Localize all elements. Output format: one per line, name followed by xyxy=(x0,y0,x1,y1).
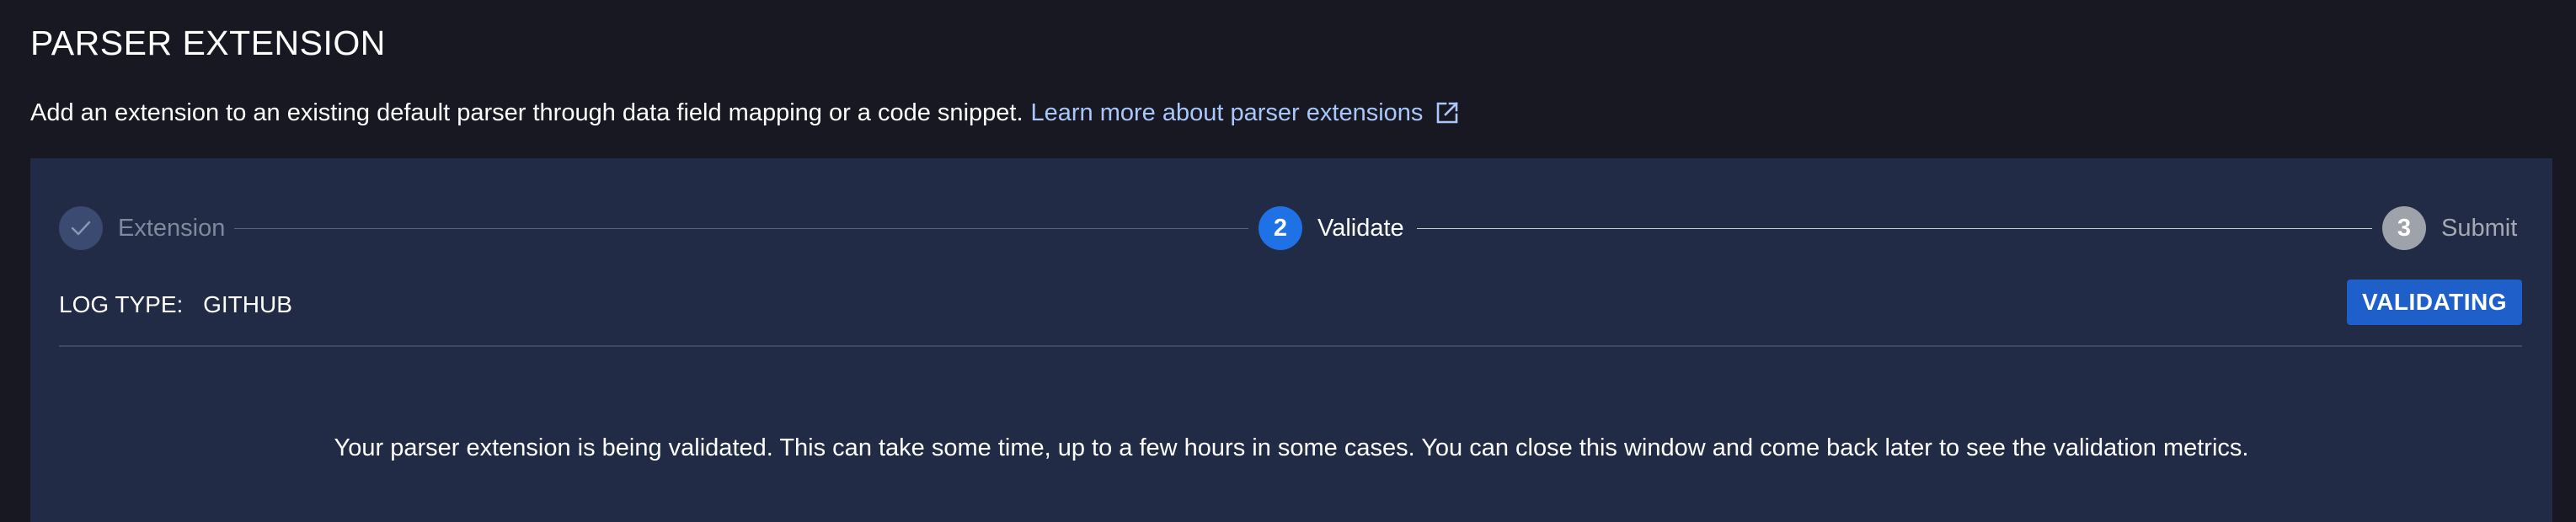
learn-more-link-label: Learn more about parser extensions xyxy=(1030,99,1424,126)
step-complete-indicator xyxy=(59,206,103,250)
validation-message: Your parser extension is being validated… xyxy=(334,434,2249,461)
learn-more-link[interactable]: Learn more about parser extensions xyxy=(1031,96,1461,130)
step-number: 2 xyxy=(1259,206,1302,250)
log-type-label: LOG TYPE: xyxy=(59,291,184,317)
status-badge: VALIDATING xyxy=(2347,280,2522,325)
stepper-connector xyxy=(1417,228,2372,229)
checkmark-icon xyxy=(71,221,91,236)
stepper-connector xyxy=(234,228,1248,229)
log-type: LOG TYPE: GITHUB xyxy=(59,290,292,320)
log-type-value: GITHUB xyxy=(203,291,292,317)
external-link-icon xyxy=(1435,100,1460,125)
divider xyxy=(59,345,2522,347)
parser-extension-page: PARSER EXTENSION Add an extension to an … xyxy=(0,0,2576,522)
step-number: 3 xyxy=(2382,206,2426,250)
step-label: Extension xyxy=(118,214,226,242)
step-label: Validate xyxy=(1317,214,1404,242)
step-submit[interactable]: 3 Submit xyxy=(2382,204,2517,253)
step-label: Submit xyxy=(2441,214,2518,242)
page-title: PARSER EXTENSION xyxy=(30,24,386,62)
stepper: Extension 2 Validate 3 Submit xyxy=(59,204,2524,253)
step-extension[interactable]: Extension xyxy=(59,204,225,253)
step-validate[interactable]: 2 Validate xyxy=(1259,204,1404,253)
description-text: Add an extension to an existing default … xyxy=(30,99,1023,126)
parser-extension-panel: Extension 2 Validate 3 Submit LOG TYPE: … xyxy=(30,158,2552,522)
page-description: Add an extension to an existing default … xyxy=(30,96,1460,130)
